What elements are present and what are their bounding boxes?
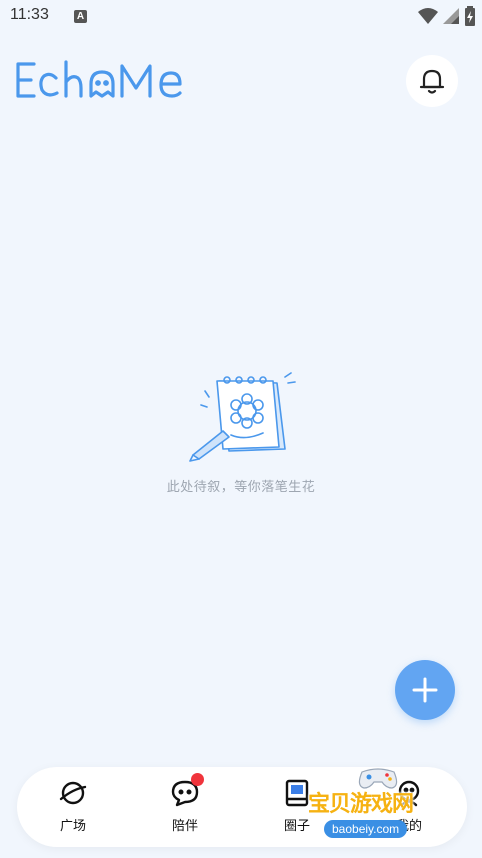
nav-item-circle[interactable]: 圈子 <box>262 779 332 834</box>
notification-icon: A <box>74 10 87 23</box>
app-logo <box>14 58 198 106</box>
empty-state-message: 此处待叙，等你落笔生花 <box>166 480 316 495</box>
nav-item-companion[interactable]: 陪伴 <box>150 773 220 834</box>
chat-bubble-icon <box>170 773 204 807</box>
nav-label: 我的 <box>395 819 422 834</box>
status-indicators <box>418 6 476 26</box>
empty-notebook-illustration <box>189 369 297 469</box>
status-bar: 11:33 A <box>0 0 482 34</box>
plus-icon <box>412 677 438 703</box>
book-icon <box>282 779 312 807</box>
status-time: 11:33 <box>10 6 49 23</box>
notification-button[interactable] <box>406 55 458 107</box>
planet-icon <box>58 779 88 807</box>
bottom-nav: 广场 陪伴 圈子 我的 <box>17 767 467 847</box>
nav-item-square[interactable]: 广场 <box>38 779 108 834</box>
profile-icon <box>394 779 424 807</box>
wifi-icon <box>418 8 438 24</box>
nav-label: 广场 <box>59 819 86 834</box>
nav-label: 圈子 <box>283 819 310 834</box>
signal-icon <box>443 8 459 24</box>
add-post-button[interactable] <box>395 660 455 720</box>
unread-badge <box>191 773 204 786</box>
nav-label: 陪伴 <box>171 819 198 834</box>
bell-icon <box>419 69 445 94</box>
battery-icon <box>465 6 475 26</box>
nav-item-profile[interactable]: 我的 <box>374 779 444 834</box>
